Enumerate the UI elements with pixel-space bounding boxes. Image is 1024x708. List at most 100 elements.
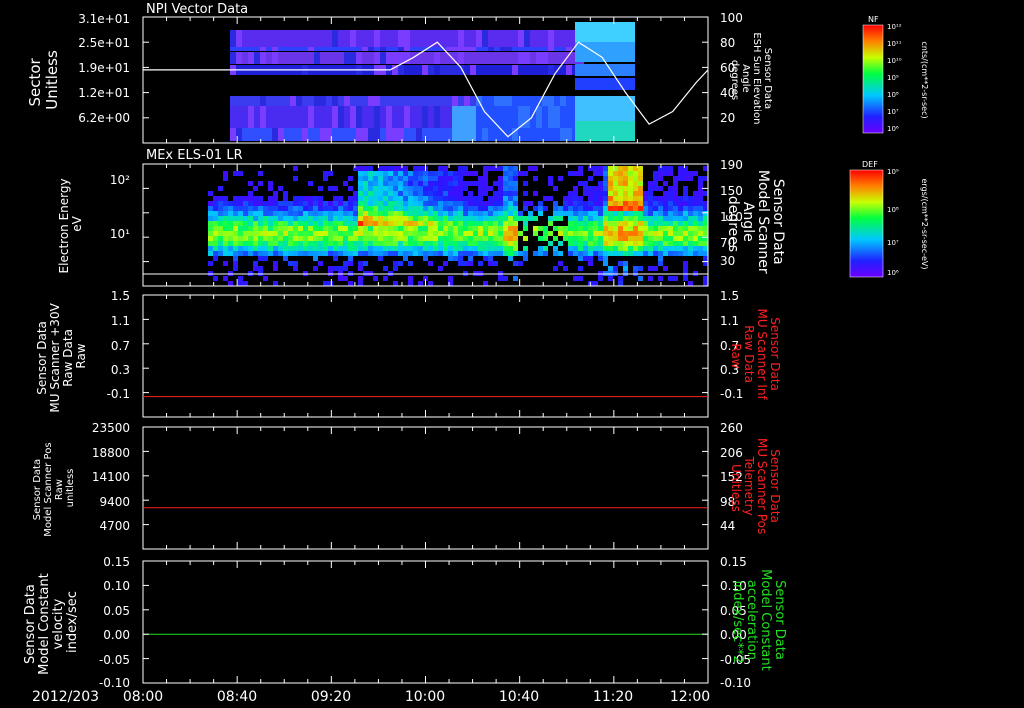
heatmap-cell <box>463 236 468 241</box>
heatmap-cell <box>605 42 610 62</box>
heatmap-cell <box>446 96 452 106</box>
heatmap-cell <box>543 196 548 201</box>
left-axis-label: Sector Unitless <box>26 50 61 110</box>
heatmap-cell <box>658 241 663 246</box>
left-axis-label: Sensor Data Model Scanner Pos Raw unitle… <box>32 439 76 536</box>
heatmap-cell <box>403 236 408 241</box>
heatmap-cell <box>543 226 548 231</box>
heatmap-cell <box>566 65 572 75</box>
heatmap-cell <box>648 186 653 191</box>
heatmap-cell <box>453 226 458 231</box>
heatmap-cell <box>273 216 278 221</box>
heatmap-cell <box>253 201 258 206</box>
heatmap-cell <box>374 106 380 128</box>
heatmap-cell <box>258 236 263 241</box>
heatmap-cell <box>253 221 258 226</box>
heatmap-cell <box>333 196 338 201</box>
heatmap-cell <box>653 221 658 226</box>
heatmap-cell <box>373 181 378 186</box>
heatmap-cell <box>293 206 298 211</box>
heatmap-cell <box>580 121 585 141</box>
heatmap-cell <box>413 181 418 186</box>
heatmap-cell <box>298 221 303 226</box>
heatmap-cell <box>468 171 473 176</box>
heatmap-cell <box>238 171 243 176</box>
heatmap-cell <box>638 191 643 196</box>
heatmap-cell <box>553 246 558 251</box>
heatmap-cell <box>536 52 542 64</box>
heatmap-cell <box>328 246 333 251</box>
heatmap-cell <box>538 226 543 231</box>
heatmap-cell <box>233 171 238 176</box>
heatmap-cell <box>580 64 585 76</box>
heatmap-cell <box>618 186 623 191</box>
heatmap-cell <box>383 276 388 281</box>
heatmap-cell <box>512 106 518 128</box>
heatmap-cell <box>213 196 218 201</box>
x-axis: 2012/203 08:00 08:40 09:20 10:00 10:40 1… <box>32 689 710 705</box>
heatmap-cell <box>263 251 268 256</box>
heatmap-cell <box>503 201 508 206</box>
heatmap-cell <box>288 236 293 241</box>
heatmap-cell <box>476 128 482 141</box>
heatmap-cell <box>518 211 523 216</box>
heatmap-cell <box>488 96 494 106</box>
heatmap-cell <box>683 186 688 191</box>
heatmap-cell <box>323 226 328 231</box>
heatmap-cell <box>433 176 438 181</box>
heatmap-cell <box>548 128 554 141</box>
heatmap-cell <box>208 246 213 251</box>
heatmap-cell <box>303 206 308 211</box>
heatmap-cell <box>593 206 598 211</box>
heatmap-cell <box>623 201 628 206</box>
heatmap-cell <box>273 196 278 201</box>
heatmap-cell <box>453 231 458 236</box>
heatmap-cell <box>344 47 350 51</box>
heatmap-cell <box>588 191 593 196</box>
heatmap-cell <box>668 216 673 221</box>
heatmap-cell <box>598 196 603 201</box>
heatmap-cell <box>448 216 453 221</box>
heatmap-cell <box>343 276 348 281</box>
heatmap-cell <box>314 47 320 51</box>
heatmap-cell <box>464 65 470 75</box>
heatmap-cell <box>374 128 380 141</box>
heatmap-cell <box>618 171 623 176</box>
heatmap-cell <box>578 231 583 236</box>
heatmap-cell <box>293 176 298 181</box>
heatmap-cell <box>583 181 588 186</box>
heatmap-cell <box>693 201 698 206</box>
left-tick: 0.7 <box>111 339 130 353</box>
heatmap-cell <box>703 166 708 171</box>
heatmap-cell <box>408 201 413 206</box>
heatmap-cell <box>683 266 688 271</box>
heatmap-cell <box>470 106 476 128</box>
heatmap-cell <box>410 30 416 47</box>
heatmap-cell <box>358 236 363 241</box>
heatmap-cell <box>338 52 344 64</box>
heatmap-cell <box>613 236 618 241</box>
heatmap-cell <box>373 196 378 201</box>
heatmap-cell <box>503 221 508 226</box>
heatmap-cell <box>513 211 518 216</box>
heatmap-cell <box>613 266 618 271</box>
heatmap-cell <box>263 231 268 236</box>
heatmap-cell <box>308 106 314 128</box>
heatmap-cell <box>348 186 353 191</box>
heatmap-cell <box>363 196 368 201</box>
heatmap-cell <box>392 47 398 51</box>
heatmap-cell <box>440 30 446 47</box>
heatmap-cell <box>290 128 296 141</box>
heatmap-cell <box>443 211 448 216</box>
heatmap-cell <box>600 78 605 90</box>
colorbar-tick: 10⁹ <box>887 74 899 82</box>
heatmap-cell <box>320 106 326 128</box>
heatmap-cell <box>623 226 628 231</box>
colorbar-tick: 10⁷ <box>887 108 899 116</box>
heatmap-cell <box>353 226 358 231</box>
heatmap-cell <box>243 231 248 236</box>
heatmap-cell <box>398 241 403 246</box>
heatmap-cell <box>560 106 566 128</box>
heatmap-cell <box>223 176 228 181</box>
heatmap-cell <box>683 246 688 251</box>
